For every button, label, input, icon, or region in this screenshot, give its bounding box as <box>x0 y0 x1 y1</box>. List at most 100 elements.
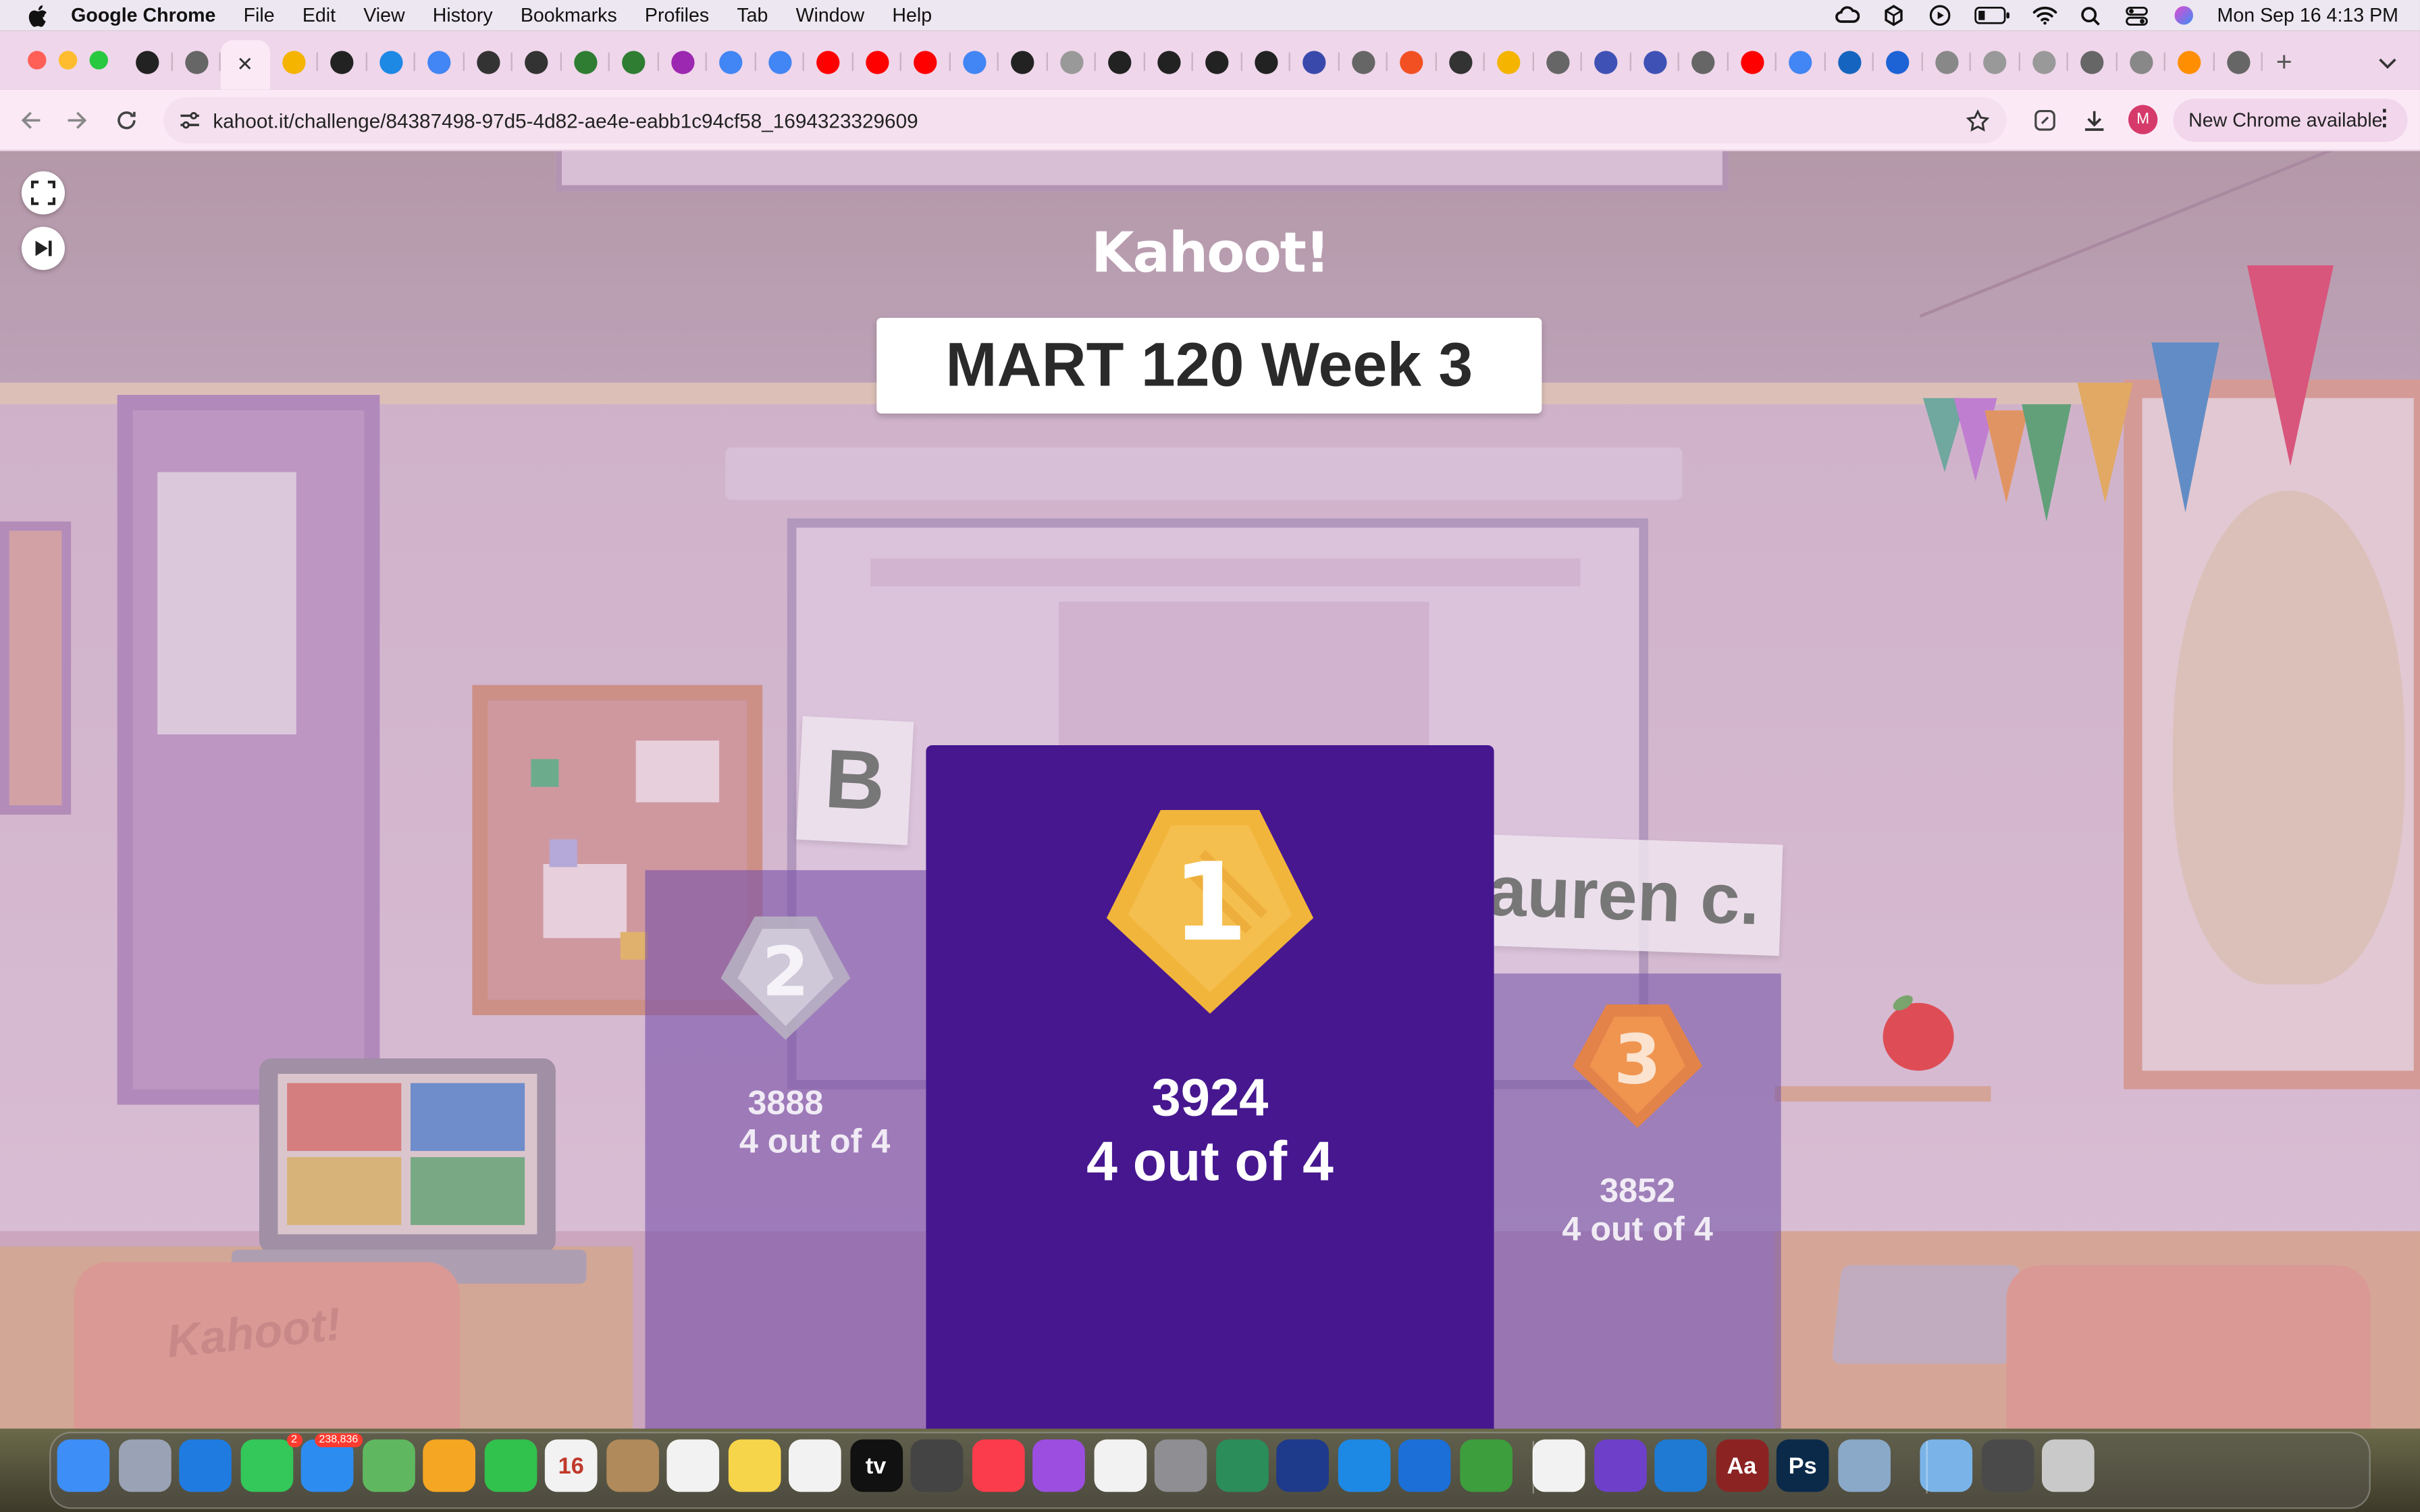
back-button[interactable] <box>12 102 49 139</box>
messages-icon[interactable]: 2 <box>240 1433 302 1492</box>
play-circle-icon[interactable] <box>1927 5 1952 26</box>
minecraft-icon[interactable] <box>1459 1439 1512 1492</box>
apple-menu-icon[interactable] <box>25 3 50 28</box>
screenshot-icon[interactable] <box>1980 1439 2034 1492</box>
menu-history[interactable]: History <box>433 5 493 26</box>
browser-tab[interactable] <box>172 40 221 83</box>
browser-tab[interactable] <box>2068 40 2117 83</box>
search-icon[interactable] <box>2078 5 2103 26</box>
browser-tab[interactable] <box>1971 40 2020 83</box>
browser-tab[interactable] <box>1047 40 1096 83</box>
browser-tab[interactable] <box>804 40 853 83</box>
close-window-button[interactable] <box>28 51 47 70</box>
bookmark-star-icon[interactable] <box>1963 107 1991 134</box>
notes-icon[interactable] <box>727 1439 781 1492</box>
calendar-icon[interactable]: 16 <box>544 1439 598 1492</box>
browser-tab[interactable] <box>318 40 367 83</box>
browser-tab[interactable] <box>2214 40 2263 83</box>
music-icon[interactable] <box>971 1439 1024 1492</box>
browser-tab[interactable] <box>512 40 561 83</box>
news-icon[interactable] <box>1093 1439 1147 1492</box>
xcode-icon[interactable] <box>1398 1439 1451 1492</box>
maps-icon[interactable] <box>361 1439 415 1492</box>
browser-tab[interactable] <box>610 40 658 83</box>
fullscreen-button[interactable] <box>21 171 65 215</box>
control-center-icon[interactable] <box>2124 5 2149 26</box>
browser-tab[interactable] <box>2020 40 2068 83</box>
podcasts-icon[interactable] <box>1032 1439 1085 1492</box>
profile-avatar[interactable]: M <box>2128 105 2158 134</box>
close-icon[interactable]: ✕ <box>234 53 257 76</box>
browser-tab[interactable] <box>1874 40 1922 83</box>
browser-tab[interactable] <box>1485 40 1533 83</box>
browser-tab[interactable] <box>269 40 318 83</box>
skip-button[interactable] <box>21 226 65 270</box>
freeform-icon[interactable] <box>788 1439 841 1492</box>
browser-tab[interactable] <box>367 40 415 83</box>
soundwave-icon[interactable] <box>1276 1439 1329 1492</box>
menu-view[interactable]: View <box>363 5 404 26</box>
contacts-icon[interactable] <box>606 1439 658 1492</box>
browser-tab[interactable] <box>756 40 804 83</box>
system-settings-icon[interactable] <box>1154 1439 1207 1492</box>
tab-active[interactable]: ✕ <box>220 40 269 90</box>
audio-app-icon[interactable] <box>1215 1439 1268 1492</box>
finder-icon[interactable] <box>57 1439 110 1492</box>
browser-tab[interactable] <box>561 40 610 83</box>
browser-tab[interactable] <box>999 40 1047 83</box>
browser-tab[interactable] <box>1145 40 1193 83</box>
browser-tab[interactable] <box>1922 40 1971 83</box>
browser-tab[interactable] <box>1631 40 1679 83</box>
facetime-icon[interactable] <box>483 1439 537 1492</box>
url-text[interactable]: kahoot.it/challenge/84387498-97d5-4d82-a… <box>213 109 918 132</box>
browser-tab[interactable] <box>1388 40 1436 83</box>
browser-tab[interactable] <box>1728 40 1777 83</box>
menu-app-name[interactable]: Google Chrome <box>71 5 215 26</box>
browser-tab[interactable] <box>1679 40 1728 83</box>
browser-tab[interactable] <box>707 40 756 83</box>
browser-tab[interactable] <box>124 40 172 83</box>
browser-tab[interactable] <box>1582 40 1631 83</box>
browser-tab[interactable] <box>1533 40 1582 83</box>
more-menu-icon[interactable]: ⋮ <box>2373 105 2395 131</box>
minimize-window-button[interactable] <box>58 51 78 70</box>
reminders-icon[interactable] <box>666 1439 720 1492</box>
chrome-update-button[interactable]: New Chrome available ⋮ <box>2173 99 2408 142</box>
photos-icon[interactable] <box>423 1439 475 1492</box>
browser-tab[interactable] <box>415 40 464 83</box>
menu-help[interactable]: Help <box>892 5 932 26</box>
launchpad-icon[interactable] <box>117 1439 171 1492</box>
chrome-icon[interactable] <box>1532 1439 1585 1492</box>
address-bar[interactable]: kahoot.it/challenge/84387498-97d5-4d82-a… <box>163 97 2007 144</box>
wifi-icon[interactable] <box>2032 5 2057 26</box>
menubar-clock[interactable]: Mon Sep 16 4:13 PM <box>2217 5 2398 26</box>
browser-tab[interactable] <box>2117 40 2165 83</box>
vscode-icon[interactable] <box>1654 1439 1707 1492</box>
app-store-icon[interactable] <box>1337 1439 1390 1492</box>
menu-window[interactable]: Window <box>796 5 865 26</box>
unity-status-icon[interactable] <box>1880 5 1905 26</box>
dictionary-icon[interactable]: Aa <box>1715 1439 1768 1492</box>
creative-cloud-icon[interactable] <box>1835 5 1860 26</box>
folder-downloads-icon[interactable] <box>1920 1439 1973 1492</box>
trash-icon[interactable] <box>2041 1439 2095 1492</box>
unity-icon[interactable] <box>910 1439 964 1492</box>
forward-button[interactable] <box>59 102 96 139</box>
browser-tab[interactable] <box>950 40 999 83</box>
photoshop-icon[interactable]: Ps <box>1776 1439 1829 1492</box>
browser-tab[interactable] <box>464 40 512 83</box>
browser-tab[interactable] <box>1242 40 1290 83</box>
reload-button[interactable] <box>108 102 145 139</box>
safari-icon[interactable] <box>179 1439 232 1492</box>
tab-search-chevron-icon[interactable] <box>2371 47 2404 80</box>
menu-profiles[interactable]: Profiles <box>645 5 709 26</box>
browser-tab[interactable] <box>901 40 950 83</box>
mail-icon[interactable]: 238,836 <box>300 1433 363 1492</box>
browser-tab[interactable] <box>2165 40 2214 83</box>
menu-edit[interactable]: Edit <box>302 5 336 26</box>
preview-icon[interactable] <box>1837 1439 1890 1492</box>
browser-tab[interactable] <box>853 40 901 83</box>
browser-tab[interactable] <box>1096 40 1145 83</box>
new-tab-plus-icon[interactable]: + <box>2263 40 2306 83</box>
browser-tab[interactable] <box>1777 40 1825 83</box>
